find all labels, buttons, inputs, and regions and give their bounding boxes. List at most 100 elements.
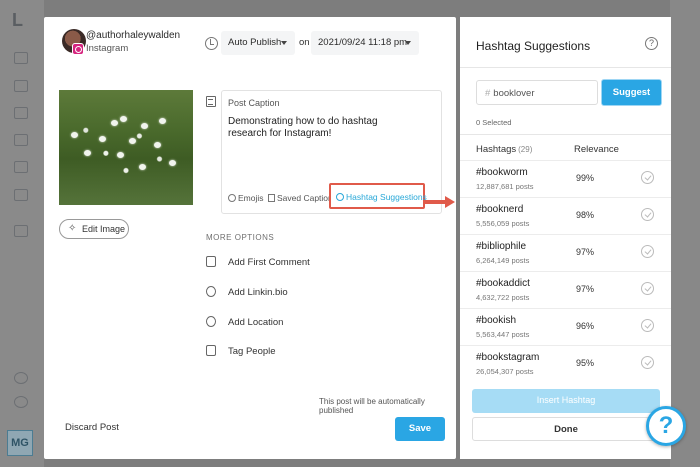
background-right-edge xyxy=(670,0,700,467)
hashtag-relevance: 97% xyxy=(576,247,595,257)
hashtag-row[interactable]: #bookworm 12,887,681 posts 99% xyxy=(460,160,671,197)
post-image xyxy=(59,90,193,205)
tag-people-label: Tag People xyxy=(228,346,276,357)
hashtag-relevance: 97% xyxy=(576,284,595,294)
arrow-right-icon xyxy=(445,196,455,208)
auto-publish-icon xyxy=(205,37,218,50)
hashtag-name: #bookworm xyxy=(476,167,528,178)
help-chat-button[interactable]: ? xyxy=(646,406,686,446)
edit-image-label: Edit Image xyxy=(82,224,126,234)
info-icon xyxy=(14,396,28,408)
hashtag-search-input[interactable]: # booklover xyxy=(476,80,598,105)
analytics-icon xyxy=(14,134,28,146)
hashtag-icon xyxy=(336,193,344,201)
help-icon[interactable]: ? xyxy=(645,37,658,50)
publish-mode-value: Auto Publish xyxy=(228,37,282,48)
background-sidebar: L MG xyxy=(0,0,44,467)
check-circle-icon[interactable] xyxy=(641,171,654,184)
on-label: on xyxy=(299,37,310,48)
hashtag-name: #bookstagram xyxy=(476,352,540,363)
list-icon xyxy=(14,189,28,201)
document-icon xyxy=(268,194,275,202)
inbox-icon xyxy=(14,161,28,173)
hashtag-suggestions-panel: Hashtag Suggestions ? # booklover Suggest… xyxy=(460,17,671,459)
add-location-label: Add Location xyxy=(228,317,284,328)
hashtags-header-label: Hashtags xyxy=(476,144,517,155)
calendar-icon xyxy=(14,52,28,64)
schedule-datetime-value: 2021/09/24 11:18 pm xyxy=(318,37,408,48)
caption-icon xyxy=(206,96,216,107)
image-icon xyxy=(14,80,28,92)
divider xyxy=(460,67,671,68)
caption-textarea[interactable]: Demonstrating how to do hashtag research… xyxy=(228,116,408,140)
discard-post-button[interactable]: Discard Post xyxy=(65,422,119,433)
hashtag-suggestions-button[interactable]: Hashtag Suggestions xyxy=(329,183,427,209)
selected-count: 0 Selected xyxy=(476,118,512,127)
hashtag-count: (29) xyxy=(518,145,533,154)
magic-wand-icon: ✧ xyxy=(68,223,77,234)
edit-image-button[interactable]: ✧ Edit Image xyxy=(59,219,129,239)
hashtag-name: #booknerd xyxy=(476,204,524,215)
publish-mode-select[interactable]: Auto Publish xyxy=(221,31,295,55)
account-name: @authorhaleywalden xyxy=(86,30,181,41)
hashtag-prefix: # xyxy=(485,88,491,99)
flower-field-picture xyxy=(59,90,193,205)
hashtag-row[interactable]: #bibliophile 6,264,149 posts 97% xyxy=(460,234,671,271)
insert-hashtag-button[interactable]: Insert Hashtag xyxy=(472,389,660,413)
caption-title: Post Caption xyxy=(228,98,280,108)
workspace-avatar: MG xyxy=(7,430,33,456)
add-linkin-bio-label: Add Linkin.bio xyxy=(228,287,288,298)
add-first-comment-label: Add First Comment xyxy=(228,257,310,268)
comment-icon xyxy=(206,256,216,267)
hashtag-name: #bookish xyxy=(476,315,517,326)
chevron-down-icon xyxy=(281,41,287,45)
divider xyxy=(460,134,671,135)
suggest-button[interactable]: Suggest xyxy=(601,79,662,106)
hashtag-suggestions-label: Hashtag Suggestions xyxy=(346,192,427,202)
check-circle-icon[interactable] xyxy=(641,245,654,258)
copy-icon xyxy=(14,107,28,119)
more-options-heading: MORE OPTIONS xyxy=(206,233,275,242)
emojis-button[interactable]: Emojis xyxy=(228,193,264,203)
hashtags-column-header: Hashtags (29) xyxy=(476,144,532,155)
app-logo: L xyxy=(12,10,23,30)
hashtag-relevance: 98% xyxy=(576,210,595,220)
save-button[interactable]: Save xyxy=(395,417,445,441)
settings-icon xyxy=(14,225,28,237)
hashtag-name: #bookaddict xyxy=(476,278,530,289)
check-circle-icon[interactable] xyxy=(641,282,654,295)
link-icon xyxy=(206,286,216,297)
panel-title: Hashtag Suggestions xyxy=(476,39,591,53)
hashtag-post-count: 6,264,149 posts xyxy=(476,256,530,265)
hashtag-post-count: 26,054,307 posts xyxy=(476,367,534,376)
hashtag-row[interactable]: #booknerd 5,556,059 posts 98% xyxy=(460,197,671,234)
instagram-icon xyxy=(72,43,84,55)
hashtag-row[interactable]: #bookaddict 4,632,722 posts 97% xyxy=(460,271,671,308)
account-network: Instagram xyxy=(86,43,129,54)
hashtag-post-count: 5,563,447 posts xyxy=(476,330,530,339)
location-pin-icon xyxy=(206,316,216,327)
emojis-label: Emojis xyxy=(238,193,264,203)
annotation-arrow xyxy=(425,200,447,204)
auto-publish-note: This post will be automatically publishe… xyxy=(319,397,425,415)
schedule-datetime-select[interactable]: 2021/09/24 11:18 pm xyxy=(311,31,419,55)
done-button[interactable]: Done xyxy=(472,417,660,441)
check-circle-icon[interactable] xyxy=(641,208,654,221)
saved-captions-button[interactable]: Saved Captions xyxy=(268,193,337,203)
check-circle-icon[interactable] xyxy=(641,319,654,332)
chevron-down-icon xyxy=(405,41,411,45)
hashtag-post-count: 12,887,681 posts xyxy=(476,182,534,191)
relevance-column-header: Relevance xyxy=(574,144,619,155)
person-tag-icon xyxy=(206,345,216,356)
hashtag-post-count: 4,632,722 posts xyxy=(476,293,530,302)
check-circle-icon[interactable] xyxy=(641,356,654,369)
hashtag-name: #bibliophile xyxy=(476,241,527,252)
hashtag-relevance: 95% xyxy=(576,358,595,368)
post-editor-modal: @authorhaleywalden Instagram Auto Publis… xyxy=(44,17,456,459)
saved-captions-label: Saved Captions xyxy=(277,193,338,203)
hashtag-row[interactable]: #bookstagram 26,054,307 posts 95% xyxy=(460,345,671,382)
hashtag-list: #bookworm 12,887,681 posts 99% #booknerd… xyxy=(460,160,671,382)
hashtag-search-value: booklover xyxy=(493,88,535,99)
emoji-icon xyxy=(228,194,236,202)
hashtag-row[interactable]: #bookish 5,563,447 posts 96% xyxy=(460,308,671,345)
